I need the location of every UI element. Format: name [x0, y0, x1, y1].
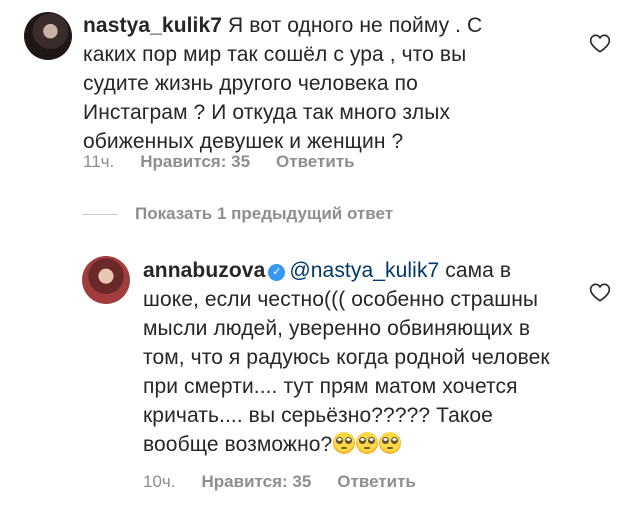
reply-button[interactable]: Ответить: [276, 152, 355, 172]
reply-button[interactable]: Ответить: [337, 472, 416, 492]
verified-badge-icon: ✓: [268, 264, 286, 281]
face-with-rolling-eyes-icon: [356, 432, 379, 454]
show-previous-replies[interactable]: Показать 1 предыдущий ответ: [83, 204, 393, 224]
comment-body: annabuzova ✓ @nastya_kulik7 сама в шоке, е…: [143, 256, 563, 459]
replies-divider: [83, 213, 117, 215]
face-with-rolling-eyes-icon: [379, 432, 402, 454]
comment-body: nastya_kulik7 Я вот одного не пойму . С …: [83, 11, 513, 156]
face-with-rolling-eyes-icon: [333, 432, 356, 454]
comment-text: сама в шоке, если честно((( особенно стр…: [143, 259, 550, 456]
avatar[interactable]: [82, 256, 130, 304]
likes-count[interactable]: Нравится: 35: [202, 472, 312, 492]
likes-count[interactable]: Нравится: 35: [140, 152, 250, 172]
comment-username[interactable]: annabuzova: [143, 259, 265, 282]
comment-meta: 10ч. Нравится: 35 Ответить: [143, 472, 442, 492]
comment-time: 11ч.: [83, 152, 115, 171]
show-replies-label[interactable]: Показать 1 предыдущий ответ: [135, 204, 393, 224]
comment-username[interactable]: nastya_kulik7: [83, 14, 222, 37]
mention-link[interactable]: @nastya_kulik7: [289, 259, 439, 282]
like-heart-icon[interactable]: [589, 33, 611, 53]
comment-time: 10ч.: [143, 472, 176, 491]
like-heart-icon[interactable]: [589, 282, 611, 302]
avatar[interactable]: [24, 12, 72, 60]
comment-meta: 11ч. Нравится: 35 Ответить: [83, 152, 381, 172]
